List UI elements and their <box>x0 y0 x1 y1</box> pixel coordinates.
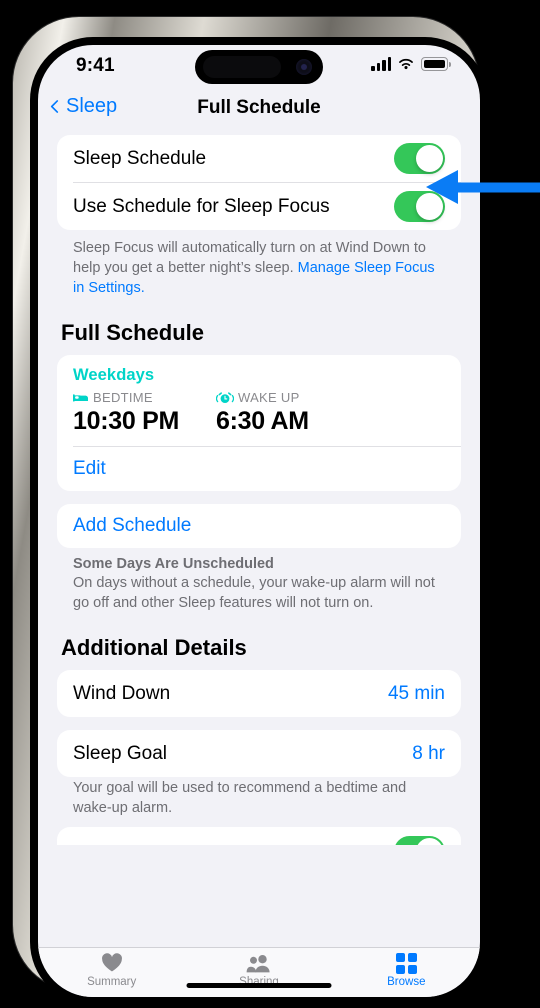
schedule-name: Weekdays <box>73 366 155 384</box>
unscheduled-note-body: On days without a schedule, your wake-up… <box>73 575 435 611</box>
wifi-icon <box>399 58 413 70</box>
partially-visible-toggle[interactable] <box>394 836 445 845</box>
sleep-goal-footnote: Your goal will be used to recommend a be… <box>73 780 407 816</box>
tab-browse[interactable]: Browse <box>333 952 480 988</box>
home-indicator <box>186 983 332 988</box>
dynamic-island <box>195 50 323 84</box>
status-clock: 9:41 <box>76 55 115 76</box>
navigation-bar: Sleep Full Schedule <box>38 89 480 135</box>
grid-squares-icon <box>395 952 417 974</box>
screenshot-root: 9:41 Sleep Full Schedule Sleep Schedule … <box>0 0 540 1008</box>
status-indicators <box>371 57 451 71</box>
sleep-goal-value: 8 hr <box>412 742 445 764</box>
edit-schedule-button[interactable]: Edit <box>57 447 461 491</box>
page-title: Full Schedule <box>197 97 321 118</box>
wakeup-value: 6:30 AM <box>216 407 309 435</box>
scroll-content[interactable]: Sleep Schedule Use Schedule for Sleep Fo… <box>38 135 480 947</box>
heart-icon <box>101 952 123 974</box>
wakeup-column: WAKE UP 6:30 AM <box>216 389 359 436</box>
tab-summary-label: Summary <box>87 976 137 988</box>
add-schedule-card: Add Schedule <box>57 504 461 548</box>
bed-icon <box>73 394 88 402</box>
cellular-signal-icon <box>371 57 391 71</box>
front-camera-icon <box>296 59 312 75</box>
edit-schedule-label: Edit <box>73 458 106 479</box>
bedtime-column: BEDTIME 10:30 PM <box>73 389 216 436</box>
sleep-focus-footnote: Sleep Focus will automatically turn on a… <box>57 230 461 298</box>
row-sleep-schedule[interactable]: Sleep Schedule <box>57 135 461 182</box>
row-wind-down[interactable]: Wind Down 45 min <box>57 670 461 717</box>
alarm-clock-icon <box>216 391 234 403</box>
schedule-summary[interactable]: Weekdays BEDTIME 10:30 PM WAKE UP 6:30 A… <box>57 355 461 446</box>
unscheduled-note-title: Some Days Are Unscheduled <box>73 556 274 572</box>
schedule-times: BEDTIME 10:30 PM WAKE UP 6:30 AM <box>73 389 445 436</box>
tab-browse-label: Browse <box>387 976 426 988</box>
sleep-settings-card: Sleep Schedule Use Schedule for Sleep Fo… <box>57 135 461 230</box>
wakeup-header: WAKE UP <box>216 389 359 406</box>
row-use-schedule-label: Use Schedule for Sleep Focus <box>73 195 330 217</box>
weekdays-schedule-card: Weekdays BEDTIME 10:30 PM WAKE UP 6:30 A… <box>57 355 461 491</box>
dynamic-island-pill <box>203 56 281 78</box>
people-icon <box>246 952 272 974</box>
phone-frame: 9:41 Sleep Full Schedule Sleep Schedule … <box>13 17 488 1005</box>
phone-screen: 9:41 Sleep Full Schedule Sleep Schedule … <box>38 45 480 997</box>
row-use-schedule-for-sleep-focus[interactable]: Use Schedule for Sleep Focus <box>57 183 461 230</box>
wind-down-card: Wind Down 45 min <box>57 670 461 717</box>
tab-summary[interactable]: Summary <box>38 952 185 988</box>
wakeup-label: WAKE UP <box>238 390 300 405</box>
bedtime-header: BEDTIME <box>73 389 216 406</box>
bedtime-value: 10:30 PM <box>73 407 179 435</box>
sleep-goal-label: Sleep Goal <box>73 742 168 764</box>
status-bar: 9:41 <box>38 45 480 89</box>
add-schedule-button[interactable]: Add Schedule <box>57 504 461 548</box>
row-sleep-goal[interactable]: Sleep Goal 8 hr <box>57 730 461 777</box>
full-schedule-heading: Full Schedule <box>61 320 205 345</box>
tab-bar: Summary Sharing Browse <box>38 947 480 997</box>
wind-down-label: Wind Down <box>73 682 171 704</box>
toggle-knob <box>416 838 443 845</box>
additional-details-heading: Additional Details <box>61 635 247 660</box>
battery-full-icon <box>421 57 451 71</box>
add-schedule-label: Add Schedule <box>73 515 192 536</box>
partially-visible-row[interactable] <box>57 827 461 845</box>
sleep-goal-card: Sleep Goal 8 hr <box>57 730 461 777</box>
bedtime-label: BEDTIME <box>93 390 153 405</box>
annotation-arrow-left <box>426 170 540 204</box>
row-sleep-schedule-label: Sleep Schedule <box>73 147 207 169</box>
wind-down-value: 45 min <box>387 682 445 704</box>
